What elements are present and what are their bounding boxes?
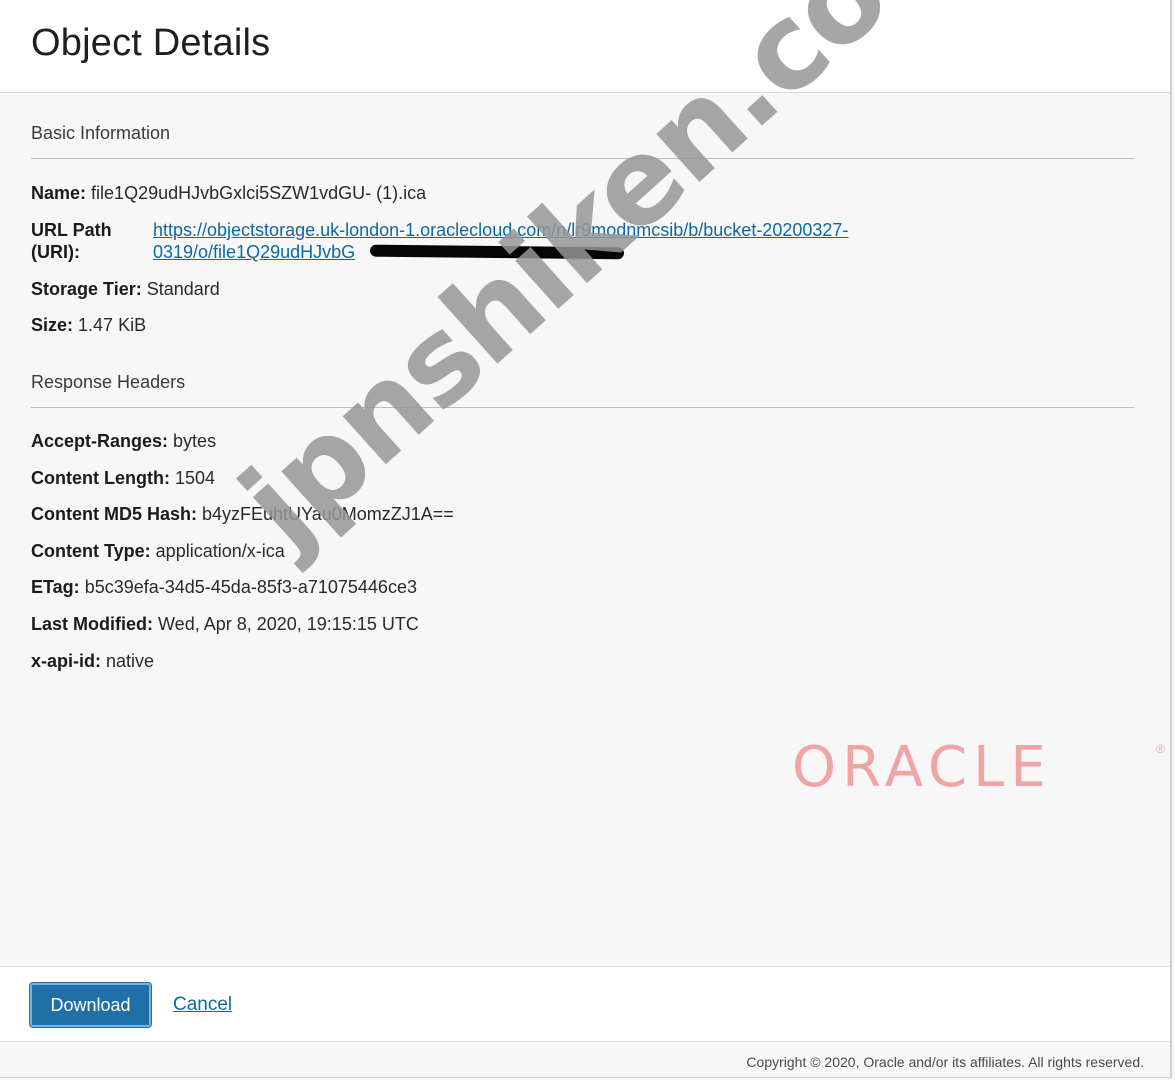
size-row: Size: 1.47 KiB bbox=[31, 314, 146, 336]
header-row-value: bytes bbox=[173, 431, 217, 451]
header-row: Last Modified: Wed, Apr 8, 2020, 19:15:1… bbox=[31, 613, 419, 635]
name-label: Name: bbox=[31, 183, 87, 203]
header-row-label: Content MD5 Hash: bbox=[31, 504, 197, 524]
name-value: file1Q29udHJvbGxlci5SZW1vdGU- (1).ica bbox=[91, 183, 427, 203]
cancel-link[interactable]: Cancel bbox=[173, 994, 232, 1016]
panel-header: Object Details bbox=[0, 0, 1170, 93]
header-row: Content Type: application/x-ica bbox=[31, 540, 285, 562]
storage-tier-row: Storage Tier: Standard bbox=[31, 278, 220, 300]
header-row: x-api-id: native bbox=[31, 650, 154, 672]
size-value: 1.47 KiB bbox=[78, 315, 147, 335]
storage-tier-value: Standard bbox=[146, 279, 220, 299]
page-title: Object Details bbox=[31, 22, 271, 64]
name-row: Name: file1Q29udHJvbGxlci5SZW1vdGU- (1).… bbox=[31, 182, 426, 204]
header-row: Accept-Ranges: bytes bbox=[31, 430, 216, 452]
header-row-label: Content Type: bbox=[31, 541, 151, 561]
header-row-value: 1504 bbox=[174, 468, 216, 488]
header-row-label: Last Modified: bbox=[31, 614, 153, 634]
url-path-label: URL Path (URI): bbox=[31, 219, 112, 263]
header-row: ETag: b5c39efa-34d5-45da-85f3-a71075446c… bbox=[31, 576, 417, 598]
url-path-label-line1: URL Path bbox=[31, 220, 112, 240]
url-path-label-line2: (URI): bbox=[31, 242, 80, 262]
oracle-logo: ORACLE bbox=[792, 735, 1052, 800]
storage-tier-label: Storage Tier: bbox=[31, 279, 142, 299]
section-divider bbox=[31, 407, 1134, 408]
header-row: Content MD5 Hash: b4yzFEuhtUYau0MomzZJ1A… bbox=[31, 503, 454, 525]
response-headers-section-title: Response Headers bbox=[31, 372, 186, 392]
oracle-logo-registered-mark: ® bbox=[1156, 742, 1165, 756]
size-label: Size: bbox=[31, 315, 74, 335]
header-row-value: native bbox=[106, 651, 155, 671]
header-row-label: Accept-Ranges: bbox=[31, 431, 169, 451]
copyright-text: Copyright © 2020, Oracle and/or its affi… bbox=[746, 1054, 1144, 1070]
download-button[interactable]: Download bbox=[30, 983, 151, 1027]
header-row-label: Content Length: bbox=[31, 468, 170, 488]
header-row: Content Length: 1504 bbox=[31, 467, 215, 489]
header-row-label: ETag: bbox=[31, 577, 80, 597]
header-row-label: x-api-id: bbox=[31, 651, 101, 671]
header-row-value: application/x-ica bbox=[155, 541, 285, 561]
basic-info-section-title: Basic Information bbox=[31, 123, 171, 143]
header-row-value: Wed, Apr 8, 2020, 19:15:15 UTC bbox=[158, 614, 419, 634]
header-row-value: b5c39efa-34d5-45da-85f3-a71075446ce3 bbox=[84, 577, 417, 597]
